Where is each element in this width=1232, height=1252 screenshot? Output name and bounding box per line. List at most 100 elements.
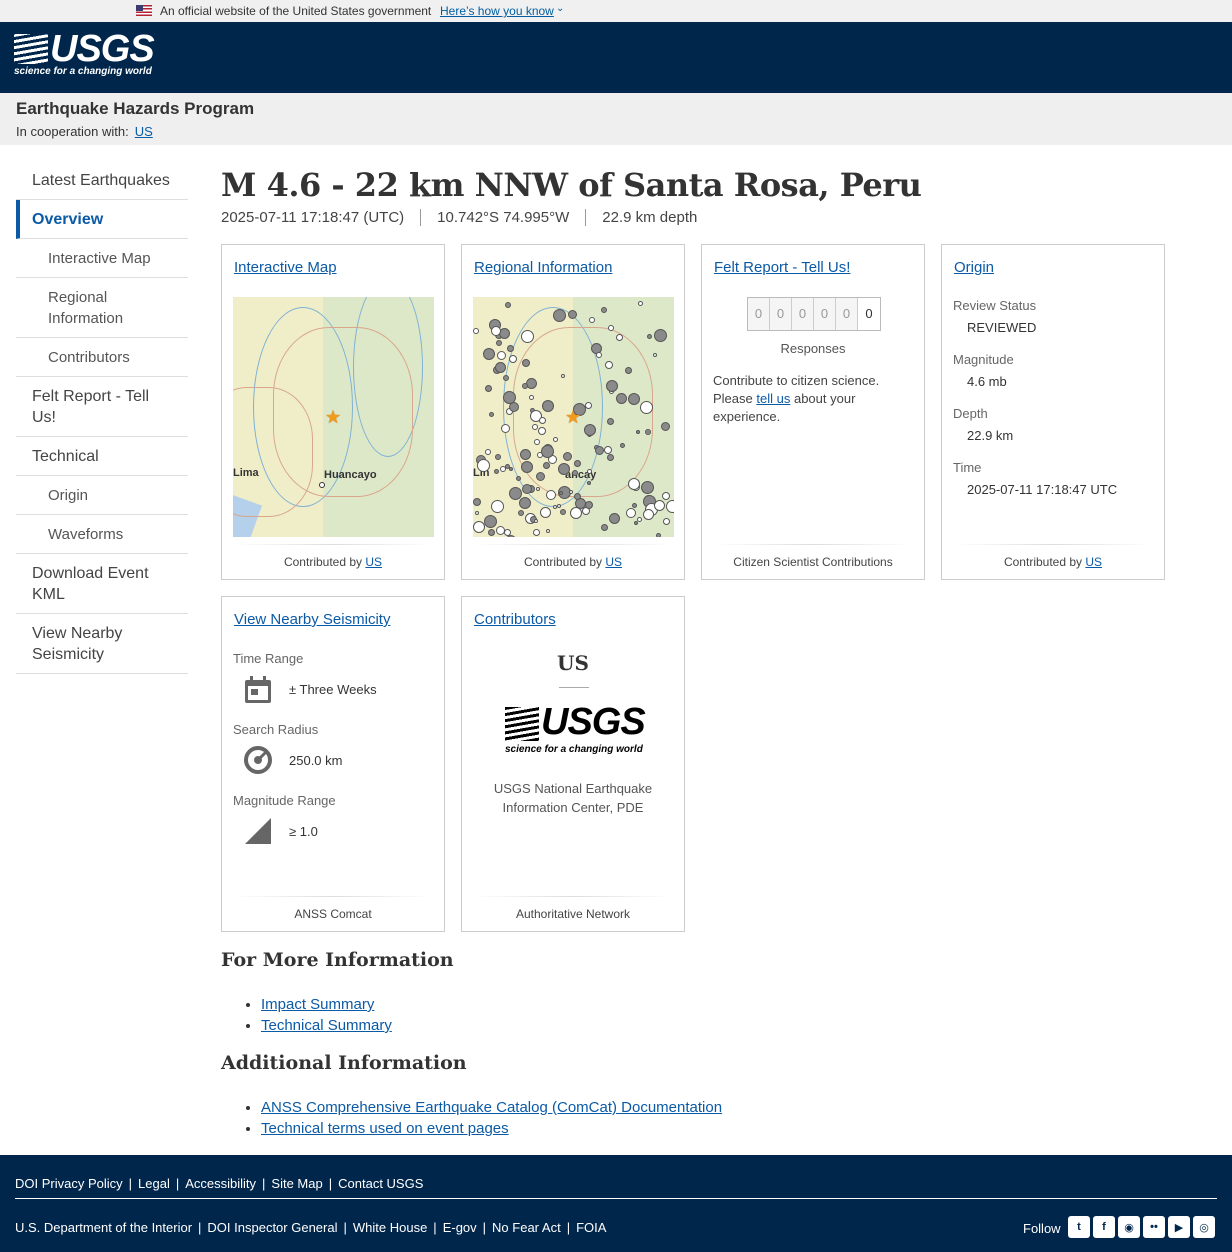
seismicity-marker <box>589 317 595 323</box>
time-label: Time <box>953 460 982 475</box>
how-you-know-link[interactable]: Here’s how you know <box>440 4 554 18</box>
seismicity-marker <box>522 484 532 494</box>
contributed-by-label: Contributed by <box>283 555 363 569</box>
seismicity-marker <box>607 418 614 425</box>
seismicity-marker <box>509 402 519 412</box>
card-footer: Contributed by US <box>942 555 1164 569</box>
footer-legal-link[interactable]: Legal <box>138 1176 170 1191</box>
seismicity-marker <box>661 422 670 431</box>
technical-summary-link[interactable]: Technical Summary <box>261 1017 392 1034</box>
sidebar-item-waveforms[interactable]: Waveforms <box>16 515 188 554</box>
origin-link[interactable]: Origin <box>954 259 994 276</box>
nearby-seismicity-link[interactable]: View Nearby Seismicity <box>234 611 390 628</box>
network-code: US <box>557 651 589 675</box>
magnitude-label: Magnitude <box>953 352 1014 367</box>
seismicity-marker <box>585 501 593 509</box>
list-item: Impact Summary <box>261 994 392 1015</box>
contributor-link[interactable]: US <box>365 555 382 569</box>
regional-information-link[interactable]: Regional Information <box>474 259 612 276</box>
logo-wordmark: USGS <box>541 701 646 743</box>
program-bar: Earthquake Hazards Program In cooperatio… <box>0 93 1232 145</box>
footer-divider <box>15 1198 1217 1199</box>
interactive-map-thumbnail[interactable]: ★ Lima Huancayo <box>233 297 434 537</box>
sidebar-item-regional-information[interactable]: Regional Information <box>16 278 188 338</box>
seismicity-marker <box>536 487 540 491</box>
footer-links-row2: U.S. Department of the Interior | DOI Insp… <box>15 1220 607 1235</box>
seismicity-marker <box>534 519 538 523</box>
seismicity-marker <box>596 352 602 358</box>
card-divider <box>234 544 432 545</box>
seismicity-marker <box>546 490 556 500</box>
seismicity-marker <box>557 504 561 508</box>
site-header: USGS science for a changing world <box>0 22 1232 93</box>
map-city-marker <box>319 482 325 488</box>
instagram-icon[interactable]: ◎ <box>1193 1216 1215 1238</box>
sidebar-item-felt-report[interactable]: Felt Report - Tell Us! <box>16 377 188 437</box>
time-range-value: ± Three Weeks <box>289 682 377 697</box>
footer-inspector-link[interactable]: DOI Inspector General <box>207 1220 337 1235</box>
cooperation-us-link[interactable]: US <box>135 124 153 139</box>
seismicity-marker <box>532 424 538 430</box>
epicenter-star-icon: ★ <box>325 407 342 427</box>
sidebar-item-interactive-map[interactable]: Interactive Map <box>16 239 188 278</box>
official-site-text: An official website of the United States… <box>160 4 432 18</box>
seismicity-marker <box>572 470 578 476</box>
seismicity-marker <box>504 529 511 536</box>
technical-terms-link[interactable]: Technical terms used on event pages <box>261 1120 509 1137</box>
card-footer: Contributed by US <box>462 555 684 569</box>
sidebar-item-technical[interactable]: Technical <box>16 437 188 476</box>
sidebar-item-latest-earthquakes[interactable]: Latest Earthquakes <box>16 161 188 200</box>
sidebar-item-contributors[interactable]: Contributors <box>16 338 188 377</box>
card-footer: ANSS Comcat <box>294 907 372 921</box>
sidebar-item-overview[interactable]: Overview <box>16 200 188 239</box>
event-depth: 22.9 km depth <box>585 209 713 226</box>
seismicity-marker <box>485 385 492 392</box>
contributor-link[interactable]: US <box>1085 555 1102 569</box>
footer-contact-link[interactable]: Contact USGS <box>338 1176 423 1191</box>
depth-value: 22.9 km <box>967 428 1014 443</box>
facebook-icon[interactable]: f <box>1093 1216 1115 1238</box>
impact-summary-link[interactable]: Impact Summary <box>261 996 374 1013</box>
footer-privacy-link[interactable]: DOI Privacy Policy <box>15 1176 123 1191</box>
calendar-icon <box>245 676 271 703</box>
magnitude-range-label: Magnitude Range <box>233 793 336 808</box>
seismicity-marker <box>569 490 573 494</box>
github-icon[interactable]: ◉ <box>1118 1216 1140 1238</box>
card-divider <box>474 544 672 545</box>
seismicity-marker <box>509 487 522 500</box>
footer-sitemap-link[interactable]: Site Map <box>271 1176 322 1191</box>
sidebar-item-download-kml[interactable]: Download Event KML <box>16 554 188 614</box>
origin-details: Review Status REVIEWED Magnitude 4.6 mb … <box>953 298 1117 514</box>
seismicity-marker <box>488 529 495 536</box>
comcat-docs-link[interactable]: ANSS Comprehensive Earthquake Catalog (C… <box>261 1099 722 1116</box>
twitter-icon[interactable]: t <box>1068 1216 1090 1238</box>
seismicity-marker <box>654 500 665 511</box>
seismicity-marker <box>541 445 554 458</box>
tell-us-link[interactable]: tell us <box>756 391 790 406</box>
flickr-icon[interactable]: •• <box>1143 1216 1165 1238</box>
footer-nofear-link[interactable]: No Fear Act <box>492 1220 561 1235</box>
seismicity-marker <box>522 383 528 389</box>
footer-egov-link[interactable]: E-gov <box>443 1220 477 1235</box>
seismicity-marker <box>607 454 614 461</box>
chevron-down-icon[interactable]: ⌄ <box>556 3 564 14</box>
sidebar-item-origin[interactable]: Origin <box>16 476 188 515</box>
regional-map-thumbnail[interactable]: Lin ancay ★ <box>473 297 674 537</box>
logo-wordmark: USGS <box>50 28 155 70</box>
footer-foia-link[interactable]: FOIA <box>576 1220 606 1235</box>
footer-doi-link[interactable]: U.S. Department of the Interior <box>15 1220 192 1235</box>
interactive-map-link[interactable]: Interactive Map <box>234 259 337 276</box>
seismicity-marker <box>641 481 654 494</box>
youtube-icon[interactable]: ▶ <box>1168 1216 1190 1238</box>
seismicity-marker <box>616 334 623 341</box>
seismicity-marker <box>505 302 511 308</box>
logo-tagline: science for a changing world <box>14 66 152 77</box>
seismicity-marker <box>663 518 670 525</box>
contributors-link[interactable]: Contributors <box>474 611 556 628</box>
sidebar-item-nearby-seismicity[interactable]: View Nearby Seismicity <box>16 614 188 674</box>
footer-accessibility-link[interactable]: Accessibility <box>185 1176 256 1191</box>
contributor-link[interactable]: US <box>605 555 622 569</box>
footer-whitehouse-link[interactable]: White House <box>353 1220 427 1235</box>
contributed-by-label: Contributed by <box>523 555 603 569</box>
felt-report-link[interactable]: Felt Report - Tell Us! <box>714 259 850 276</box>
